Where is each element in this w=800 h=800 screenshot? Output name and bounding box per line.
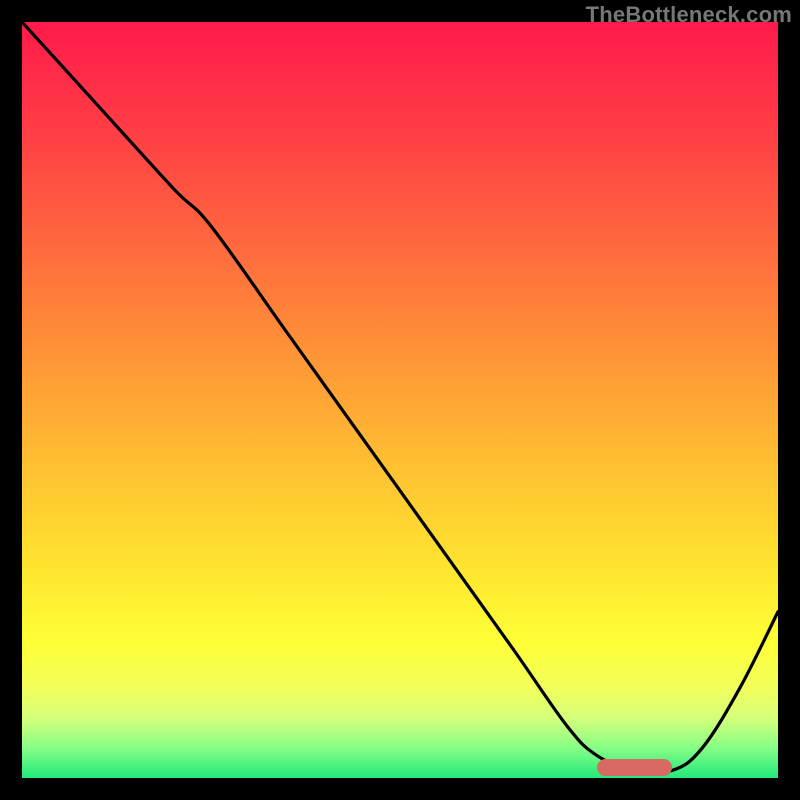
chart-frame: TheBottleneck.com bbox=[0, 0, 800, 800]
bottleneck-curve bbox=[22, 22, 778, 778]
curve-path bbox=[22, 22, 778, 773]
highlighted-range-segment bbox=[597, 759, 673, 776]
plot-area bbox=[22, 22, 778, 778]
